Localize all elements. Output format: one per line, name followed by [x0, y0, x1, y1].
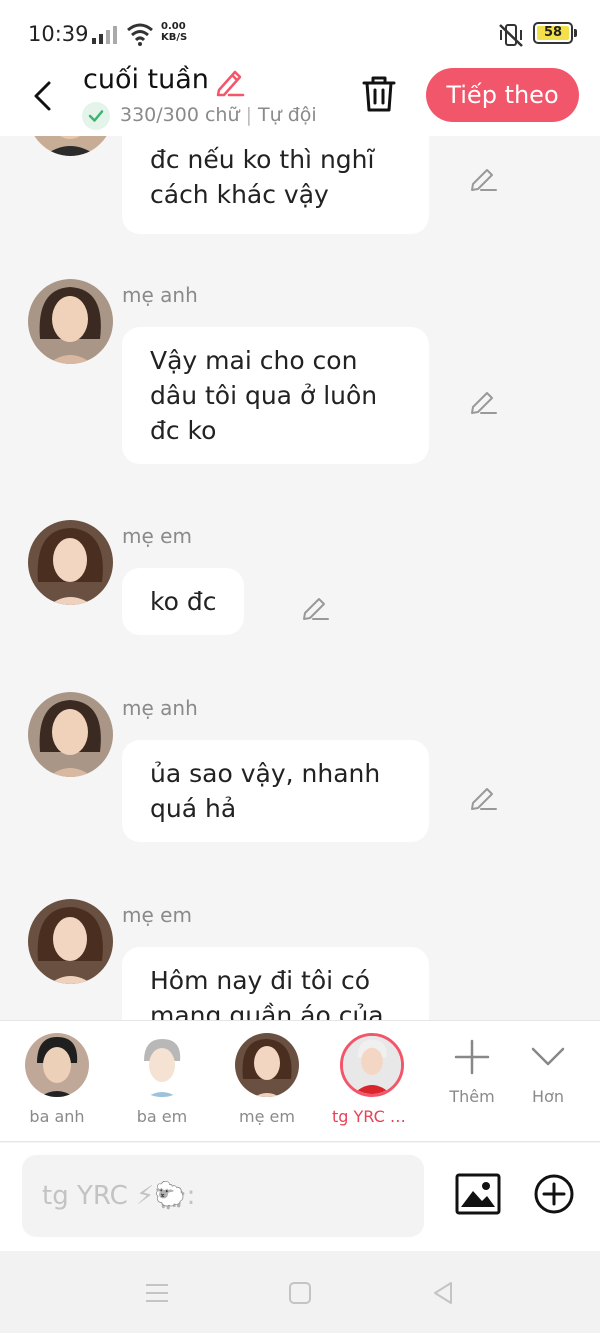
next-button[interactable]: Tiếp theo	[426, 68, 579, 122]
chevron-down-icon	[531, 1047, 565, 1066]
trash-icon[interactable]	[360, 74, 398, 114]
character-bar: ba anh ba em mẹ em tg YRC ⚡... Thêm Hơn	[0, 1020, 600, 1142]
message-input[interactable]	[22, 1155, 424, 1237]
pencil-icon[interactable]	[467, 162, 499, 194]
character-item[interactable]: mẹ em	[217, 1033, 317, 1126]
page-title[interactable]: cuối tuần	[83, 64, 209, 95]
avatar-image	[28, 692, 113, 777]
wifi-icon	[127, 23, 153, 46]
character-name: tg YRC ⚡...	[332, 1107, 417, 1126]
avatar	[340, 1033, 404, 1097]
pencil-icon[interactable]	[299, 591, 331, 623]
character-name: ba em	[136, 1107, 188, 1126]
message-bubble[interactable]: đc nếu ko thì nghĩ cách khác vậy	[122, 136, 429, 234]
home-icon[interactable]	[286, 1279, 314, 1307]
message-bubble[interactable]: Vậy mai cho con dâu tôi qua ở luôn đc ko	[122, 327, 429, 464]
message-bubble[interactable]: ko đc	[122, 568, 245, 635]
avatar	[235, 1033, 299, 1097]
character-item-selected[interactable]: tg YRC ⚡...	[322, 1033, 422, 1126]
pencil-icon[interactable]	[467, 781, 499, 813]
plus-circle-icon[interactable]	[533, 1173, 575, 1215]
avatar-image	[28, 136, 113, 156]
chat-area[interactable]: đc nếu ko thì nghĩ cách khác vậy mẹ anh …	[0, 136, 600, 1020]
word-count: 330/300 chữ	[120, 104, 240, 126]
avatar-image	[28, 279, 113, 364]
message-bubble[interactable]: Hôm nay đi tôi có mang quần áo của	[122, 947, 429, 1020]
back-triangle-icon[interactable]	[429, 1279, 457, 1307]
avatar[interactable]	[28, 899, 113, 984]
system-nav-bar	[0, 1251, 600, 1333]
battery-nub	[574, 29, 577, 37]
avatar[interactable]	[28, 136, 113, 156]
character-name: ba anh	[29, 1107, 85, 1126]
avatar[interactable]	[28, 279, 113, 364]
chevron-left-icon	[34, 81, 51, 111]
expand-label: Hơn	[532, 1087, 564, 1106]
expand-button[interactable]: Hơn	[508, 1039, 588, 1106]
avatar-image	[343, 1036, 401, 1094]
battery-icon: 58	[533, 22, 573, 44]
pencil-icon[interactable]	[467, 385, 499, 417]
input-area	[0, 1143, 600, 1251]
character-item[interactable]: ba anh	[7, 1033, 107, 1126]
more-button[interactable]: Thêm	[432, 1039, 512, 1106]
mute-vibrate-icon	[499, 24, 523, 47]
checkmark-icon	[88, 110, 104, 122]
character-item[interactable]: ba em	[112, 1033, 212, 1126]
avatar-image	[28, 520, 113, 605]
sender-name: mẹ anh	[122, 283, 198, 307]
menu-icon[interactable]	[143, 1279, 171, 1307]
status-time: 10:39	[28, 22, 89, 46]
avatar-image	[235, 1033, 299, 1097]
character-name: mẹ em	[239, 1107, 295, 1126]
status-bar: 10:39 0.00 KB/S 58	[0, 0, 600, 64]
more-label: Thêm	[449, 1087, 495, 1106]
signal-icon	[92, 26, 117, 44]
net-speed-unit: KB/S	[161, 32, 188, 43]
check-icon	[82, 102, 110, 130]
avatar-image	[130, 1033, 194, 1097]
net-speed-value: 0.00	[161, 21, 186, 32]
sender-name: mẹ anh	[122, 696, 198, 720]
avatar	[25, 1033, 89, 1097]
sender-name: mẹ em	[122, 524, 192, 548]
pencil-icon[interactable]	[213, 66, 245, 98]
back-button[interactable]	[22, 76, 62, 116]
sender-name: mẹ em	[122, 903, 192, 927]
plus-icon	[454, 1039, 490, 1075]
header: cuối tuần 330/300 chữ | Tự đội Tiếp theo	[0, 64, 600, 136]
avatar	[130, 1033, 194, 1097]
avatar[interactable]	[28, 692, 113, 777]
net-speed: 0.00 KB/S	[161, 21, 187, 43]
image-icon[interactable]	[455, 1173, 501, 1215]
avatar[interactable]	[28, 520, 113, 605]
separator: |	[245, 104, 259, 126]
avatar-image	[25, 1033, 89, 1097]
battery-level: 58	[543, 25, 563, 40]
sub-info: 330/300 chữ | Tự đội	[120, 104, 317, 126]
avatar-image	[28, 899, 113, 984]
message-bubble[interactable]: ủa sao vậy, nhanh quá hả	[122, 740, 429, 842]
mode-label: Tự đội	[258, 104, 317, 126]
